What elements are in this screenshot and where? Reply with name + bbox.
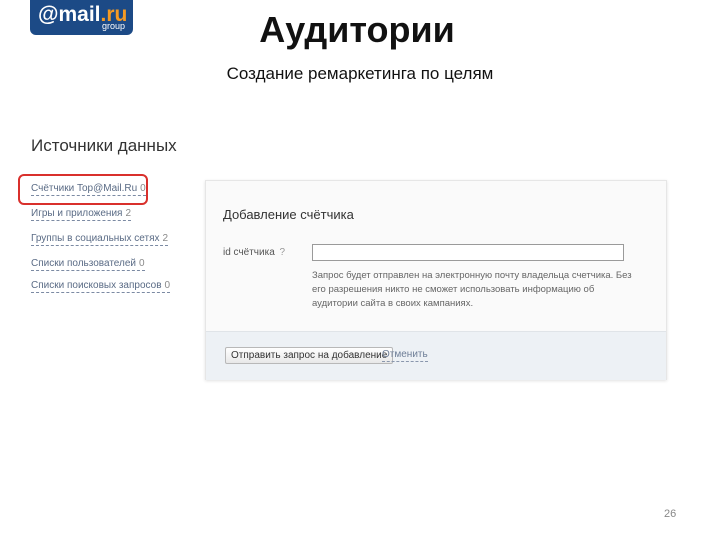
source-link-user-lists[interactable]: Списки пользователей 0: [31, 258, 145, 271]
source-link-social-groups[interactable]: Группы в социальных сетях 2: [31, 233, 169, 246]
panel-title: Добавление счётчика: [223, 207, 354, 222]
help-icon[interactable]: ?: [280, 247, 286, 258]
panel-footer: Отправить запрос на добавление Отменить: [206, 331, 666, 380]
highlight-frame: [18, 174, 148, 205]
counter-id-input[interactable]: [312, 244, 624, 261]
source-link-search-query-lists[interactable]: Списки поисковых запросов 0: [31, 280, 171, 293]
request-note: Запрос будет отправлен на электронную по…: [312, 270, 632, 309]
cancel-link[interactable]: Отменить: [382, 349, 428, 362]
slide-subtitle: Создание ремаркетинга по целям: [226, 64, 494, 83]
sources-heading: Источники данных: [31, 136, 177, 155]
send-request-button[interactable]: Отправить запрос на добавление: [225, 347, 394, 364]
counter-id-label: id счётчика ?: [223, 247, 286, 258]
add-counter-panel: Добавление счётчика id счётчика ? Запрос…: [205, 180, 667, 380]
source-link-games-apps[interactable]: Игры и приложения 2: [31, 208, 132, 221]
page-number: 26: [664, 508, 677, 520]
slide-title: Аудитории: [259, 9, 455, 50]
